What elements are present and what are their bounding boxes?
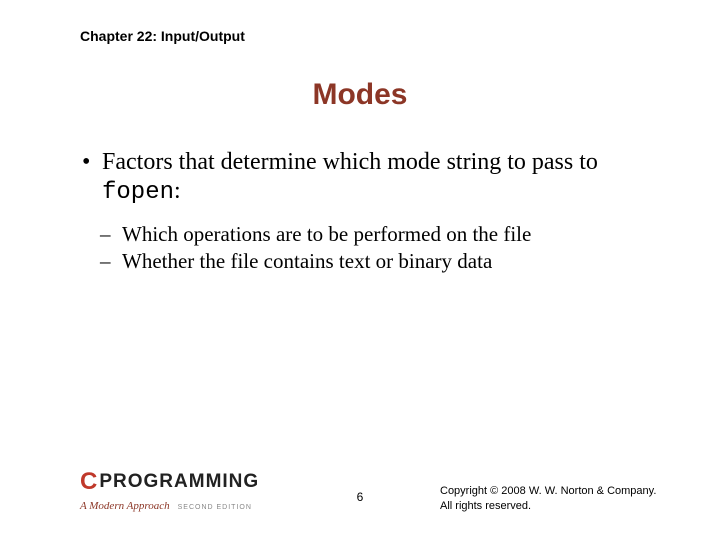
slide: Chapter 22: Input/Output Modes Factors t… bbox=[0, 0, 720, 540]
chapter-label: Chapter 22: Input/Output bbox=[80, 28, 245, 44]
bullet-level-1: Factors that determine which mode string… bbox=[82, 148, 660, 208]
logo-edition: SECOND EDITION bbox=[178, 504, 252, 511]
slide-title: Modes bbox=[0, 78, 720, 112]
copyright-block: Copyright © 2008 W. W. Norton & Company.… bbox=[440, 484, 700, 514]
bullet-text: Factors that determine which mode string… bbox=[102, 149, 598, 175]
copyright-line-1: Copyright © 2008 W. W. Norton & Company. bbox=[440, 484, 700, 499]
slide-body: Factors that determine which mode string… bbox=[82, 148, 660, 277]
code-fopen: fopen bbox=[102, 179, 174, 206]
bullet-level-2: Whether the file contains text or binary… bbox=[100, 249, 660, 275]
copyright-line-2: All rights reserved. bbox=[440, 499, 700, 514]
bullet-level-2: Which operations are to be performed on … bbox=[100, 222, 660, 248]
bullet-text-post: : bbox=[174, 178, 181, 204]
